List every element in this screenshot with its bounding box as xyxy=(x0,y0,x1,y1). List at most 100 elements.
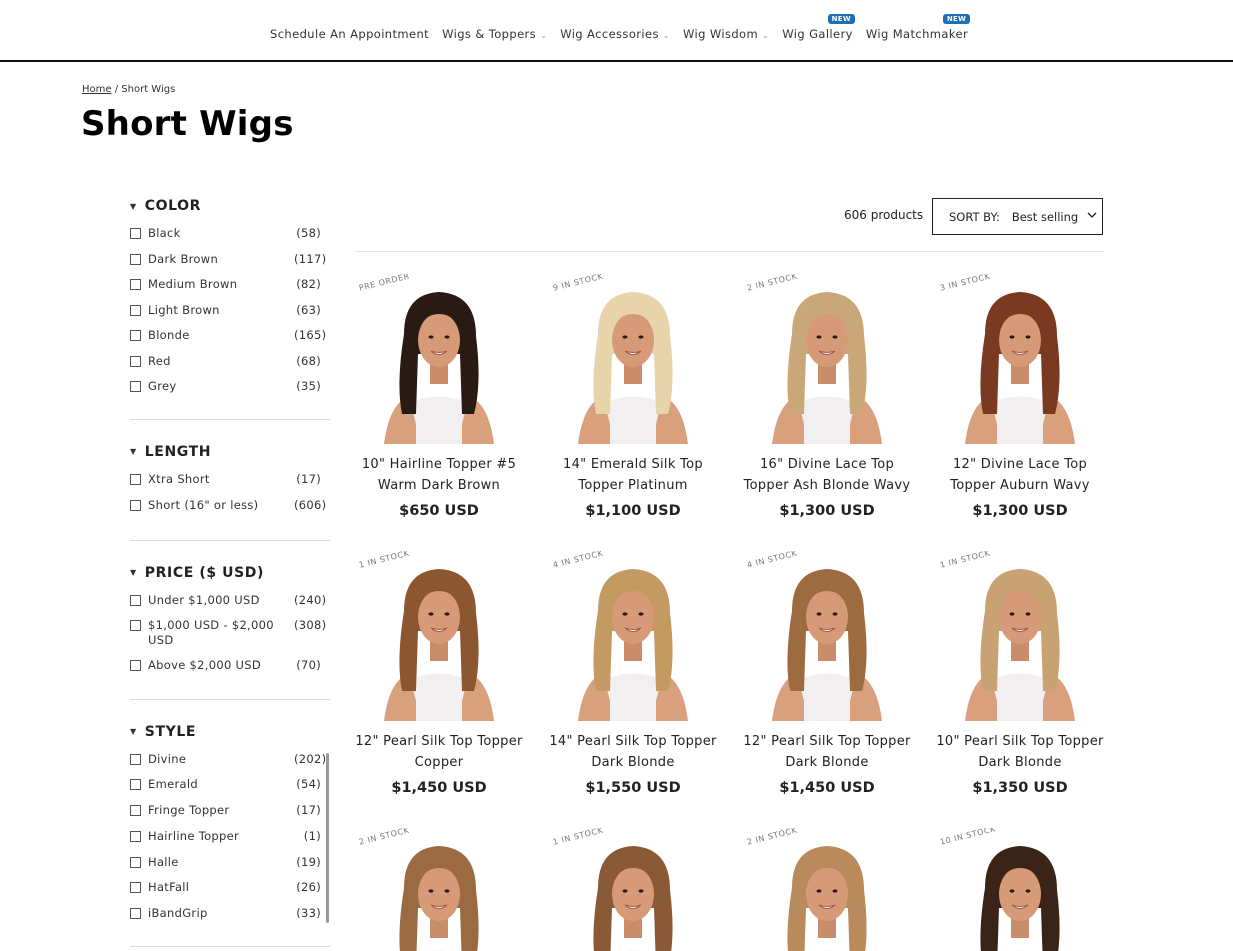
product-card[interactable]: PRE ORDER 10" Hairline Topper #5 Warm Dar… xyxy=(354,274,524,519)
filter-checkbox[interactable] xyxy=(130,908,141,920)
filter-option[interactable]: $1,000 USD - $2,000 USD (308) xyxy=(130,618,330,648)
product-card[interactable]: 1 IN STOCK 10" Pearl Silk Top Topper Dark… xyxy=(935,551,1105,796)
product-card[interactable]: 4 IN STOCK 12" Pearl Silk Top Topper Dark… xyxy=(742,551,912,796)
caret-down-icon: ▼ xyxy=(130,568,137,577)
product-name[interactable]: 14" Pearl Silk Top Topper Dark Blonde xyxy=(548,731,718,773)
product-card[interactable]: 2 IN STOCK xyxy=(742,828,912,951)
filter-option[interactable]: Halle (19) xyxy=(130,855,330,870)
filter-checkbox[interactable] xyxy=(130,594,141,606)
chevron-down-icon: ⌄ xyxy=(540,31,548,40)
product-card[interactable]: 3 IN STOCK 12" Divine Lace Top Topper Aub… xyxy=(935,274,1105,519)
nav-item-5[interactable]: Wig Matchmaker NEW xyxy=(866,14,971,41)
filter-option[interactable]: Light Brown (63) xyxy=(130,303,330,318)
product-image[interactable]: 4 IN STOCK xyxy=(548,551,718,721)
product-card[interactable]: 1 IN STOCK 12" Pearl Silk Top Topper Copp… xyxy=(354,551,524,796)
product-image[interactable]: 10 IN STOCK xyxy=(935,828,1105,951)
filter-option[interactable]: Grey (35) xyxy=(130,379,330,394)
filter-option[interactable]: Xtra Short (17) xyxy=(130,472,330,487)
product-image[interactable]: 1 IN STOCK xyxy=(935,551,1105,721)
product-image[interactable]: 2 IN STOCK xyxy=(742,274,912,444)
filter-option[interactable]: iBandGrip (33) xyxy=(130,906,330,921)
filter-heading[interactable]: ▼ PRICE ($ USD) xyxy=(130,563,330,583)
filter-checkbox[interactable] xyxy=(130,856,141,868)
filter-heading-label: COLOR xyxy=(144,198,202,214)
product-card[interactable]: 2 IN STOCK xyxy=(354,828,524,951)
filter-option[interactable]: Under $1,000 USD (240) xyxy=(130,593,330,608)
product-name[interactable]: 10" Pearl Silk Top Topper Dark Blonde xyxy=(935,731,1105,773)
filter-option-count: (33) xyxy=(296,906,321,921)
filter-checkbox[interactable] xyxy=(130,830,141,842)
filter-heading[interactable]: ▼ COLOR xyxy=(130,196,330,216)
filter-checkbox[interactable] xyxy=(130,304,141,316)
filter-heading[interactable]: ▼ STYLE xyxy=(130,722,330,742)
filter-option[interactable]: Above $2,000 USD (70) xyxy=(130,658,330,673)
product-image[interactable]: 1 IN STOCK xyxy=(354,551,524,721)
product-card[interactable]: 1 IN STOCK xyxy=(548,828,718,951)
product-image[interactable]: 2 IN STOCK xyxy=(354,828,524,951)
filter-group-style: ▼ STYLE Divine (202) Emerald (54) Fringe Toppe… xyxy=(130,700,330,948)
filter-option-label: Short (16" or less) xyxy=(148,497,259,512)
filter-checkbox[interactable] xyxy=(130,882,141,894)
filter-option[interactable]: Emerald (54) xyxy=(130,777,330,792)
filter-checkbox[interactable] xyxy=(130,253,141,265)
filter-checkbox[interactable] xyxy=(130,279,141,290)
sort-dropdown[interactable]: SORT BY: Best selling xyxy=(932,198,1103,235)
product-name[interactable]: 12" Pearl Silk Top Topper Dark Blonde xyxy=(742,731,912,773)
product-card[interactable]: 10 IN STOCK xyxy=(935,828,1105,951)
filter-checkbox[interactable] xyxy=(130,355,141,367)
product-name[interactable]: 16" Divine Lace Top Topper Ash Blonde Wa… xyxy=(742,454,912,496)
filter-checkbox[interactable] xyxy=(130,499,141,511)
filter-checkbox[interactable] xyxy=(130,619,141,631)
nav-item-4[interactable]: Wig Gallery NEW xyxy=(782,14,855,41)
product-card[interactable]: 9 IN STOCK 14" Emerald Silk Top Topper Pl… xyxy=(548,274,718,519)
product-price: $1,450 USD xyxy=(391,780,487,796)
filter-option[interactable]: Medium Brown (82) xyxy=(130,277,330,292)
filter-heading-label: PRICE ($ USD) xyxy=(144,564,265,581)
filter-checkbox[interactable] xyxy=(130,381,141,392)
nav-item-2[interactable]: Wig Accessories ⌄ xyxy=(560,27,670,41)
filter-group-color: ▼ COLOR Black (58) Dark Brown (117) Medium Bro… xyxy=(130,196,330,420)
filter-scrollbar[interactable] xyxy=(326,753,329,923)
nav-item-3[interactable]: Wig Wisdom ⌄ xyxy=(683,27,769,41)
product-card[interactable]: 4 IN STOCK 14" Pearl Silk Top Topper Dark… xyxy=(548,551,718,796)
product-image[interactable]: 9 IN STOCK xyxy=(548,274,718,444)
product-name[interactable]: 14" Emerald Silk Top Topper Platinum Blo… xyxy=(548,454,718,496)
filter-option[interactable]: Divine (202) xyxy=(130,752,330,767)
product-image[interactable]: PRE ORDER xyxy=(354,274,524,444)
product-image[interactable]: 2 IN STOCK xyxy=(742,828,912,951)
product-image[interactable]: 1 IN STOCK xyxy=(548,828,718,951)
product-name[interactable]: 12" Pearl Silk Top Topper Copper xyxy=(354,731,524,773)
product-image[interactable]: 3 IN STOCK xyxy=(935,274,1105,444)
filter-checkbox[interactable] xyxy=(130,228,141,239)
filter-option-label: $1,000 USD - $2,000 USD xyxy=(148,617,274,647)
filter-option-count: (202) xyxy=(294,751,327,766)
filter-checkbox[interactable] xyxy=(130,330,141,341)
filter-option[interactable]: Fringe Topper (17) xyxy=(130,803,330,818)
filter-option-label: Black xyxy=(148,226,181,240)
filter-checkbox[interactable] xyxy=(130,805,141,817)
product-name[interactable]: 10" Hairline Topper #5 Warm Dark Brown xyxy=(354,454,524,496)
product-card[interactable]: 2 IN STOCK 16" Divine Lace Top Topper Ash… xyxy=(742,274,912,519)
filter-option[interactable]: Short (16" or less) (606) xyxy=(130,498,330,513)
product-image[interactable]: 4 IN STOCK xyxy=(742,551,912,721)
filter-option[interactable]: Red (68) xyxy=(130,354,330,369)
nav-item-label: Wig Wisdom xyxy=(682,27,759,41)
breadcrumb-home-link[interactable]: Home xyxy=(82,84,112,95)
filter-checkbox[interactable] xyxy=(130,659,141,671)
filter-checkbox[interactable] xyxy=(130,473,141,485)
product-price: $1,300 USD xyxy=(779,503,875,519)
filter-option[interactable]: Black (58) xyxy=(130,226,330,241)
nav-item-0[interactable]: Schedule An Appointment xyxy=(270,27,429,41)
filter-option-label: Xtra Short xyxy=(148,471,210,486)
filter-option[interactable]: Blonde (165) xyxy=(130,328,330,343)
filter-checkbox[interactable] xyxy=(130,753,141,765)
nav-item-1[interactable]: Wigs & Toppers ⌄ xyxy=(442,27,547,41)
product-name[interactable]: 12" Divine Lace Top Topper Auburn Wavy xyxy=(935,454,1105,496)
filter-option[interactable]: Hairline Topper (1) xyxy=(130,829,330,844)
filter-option-label: Blonde xyxy=(148,328,190,342)
filter-option[interactable]: HatFall (26) xyxy=(130,880,330,895)
filter-option[interactable]: Dark Brown (117) xyxy=(130,252,330,267)
filter-checkbox[interactable] xyxy=(130,779,141,791)
filter-heading[interactable]: ▼ LENGTH xyxy=(130,442,330,462)
filter-option-label: Dark Brown xyxy=(148,251,219,266)
